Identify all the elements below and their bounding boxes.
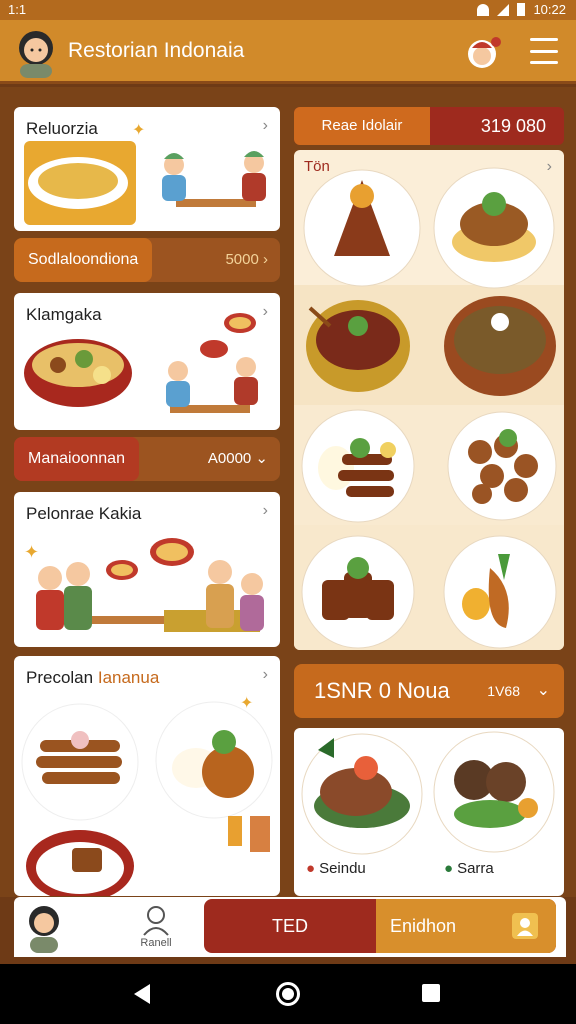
chevron-down-icon[interactable]: ⌄ [537, 664, 550, 718]
pill-label: Sodlaloondiona [14, 238, 153, 282]
restaurant-card-3[interactable]: Pelonrae Kakia › ✦ [14, 492, 280, 647]
dropdown-title: 1SNR 0 Noua [314, 678, 450, 703]
menu-icon[interactable] [530, 38, 558, 64]
restaurant-card-1[interactable]: Reluorzia › ✦ [14, 107, 280, 231]
svg-text:✦: ✦ [132, 122, 145, 139]
pill-label: Manaioonnan [14, 437, 139, 481]
battery-icon [517, 3, 526, 16]
chef-icon[interactable] [464, 32, 504, 72]
location-pin-icon: ● [306, 860, 316, 877]
home-icon[interactable] [276, 982, 300, 1006]
dish-name: Sarra [457, 860, 494, 877]
primary-button[interactable]: TED [204, 899, 376, 953]
chef-illustration [468, 37, 501, 68]
status-bar: 1:1 10:22 [0, 0, 576, 20]
dish-name: Seindu [319, 860, 366, 877]
person-icon [512, 913, 538, 939]
profile-tab[interactable]: Ranell [126, 903, 186, 953]
restaurant-illustration: ✦ [24, 538, 264, 632]
dish-grid-illustration [294, 167, 564, 650]
food-illustration: ✦ [21, 695, 273, 896]
avatar[interactable] [12, 26, 60, 78]
pill-value: 5000 › [225, 251, 268, 268]
pill-value: A0000 ⌄ [207, 450, 268, 467]
secondary-button[interactable]: Enidhon [376, 899, 556, 953]
restaurant-card-2[interactable]: Klamgaka › [14, 293, 280, 430]
avatar-illustration [19, 31, 53, 78]
dish-caption-1: ● Seindu [306, 860, 366, 877]
back-icon[interactable] [134, 984, 150, 1004]
location-pin-icon: ● [444, 860, 454, 877]
svg-text:✦: ✦ [24, 542, 39, 562]
app-title: Restorian Indonaia [68, 39, 245, 62]
profile-label: Ranell [140, 937, 172, 949]
wifi-icon [477, 3, 490, 16]
category-pill-2[interactable]: Manaioonnan A0000 ⌄ [14, 437, 280, 481]
system-nav-bar [0, 964, 576, 1024]
dish-card[interactable]: ● Seindu ● Sarra [294, 728, 564, 896]
menu-grid: Tön › [294, 150, 564, 650]
dropdown-value: 1V68 [487, 683, 520, 699]
user-avatar-illustration [29, 906, 59, 953]
summary-value: 319 080 [480, 116, 546, 136]
dish-card-illustration [301, 731, 555, 855]
signal-icon [497, 3, 510, 16]
summary-label: Reae Idolair [294, 107, 430, 145]
category-pill-1[interactable]: Sodlaloondiona 5000 › [14, 238, 280, 282]
profile-icon [143, 906, 169, 936]
summary-bar[interactable]: Reae Idolair 319 080 [294, 107, 564, 145]
restaurant-illustration: ✦ [24, 122, 266, 225]
restaurant-illustration [24, 313, 258, 413]
dish-dropdown[interactable]: 1SNR 0 Noua 1V68 ⌄ [294, 664, 564, 718]
action-buttons: TED Enidhon [204, 899, 556, 953]
user-avatar[interactable] [24, 903, 64, 953]
app-bar: Restorian Indonaia [0, 20, 576, 84]
status-time-left: 1:1 [8, 2, 27, 17]
secondary-button-label: Enidhon [390, 916, 457, 936]
restaurant-card-4[interactable]: Precolan Iananua › ✦ [14, 656, 280, 896]
dish-caption-2: ● Sarra [444, 860, 494, 877]
bottom-nav: Ranell TED Enidhon [14, 897, 566, 957]
status-time-right: 10:22 [533, 2, 566, 17]
recent-apps-icon[interactable] [422, 984, 440, 1002]
